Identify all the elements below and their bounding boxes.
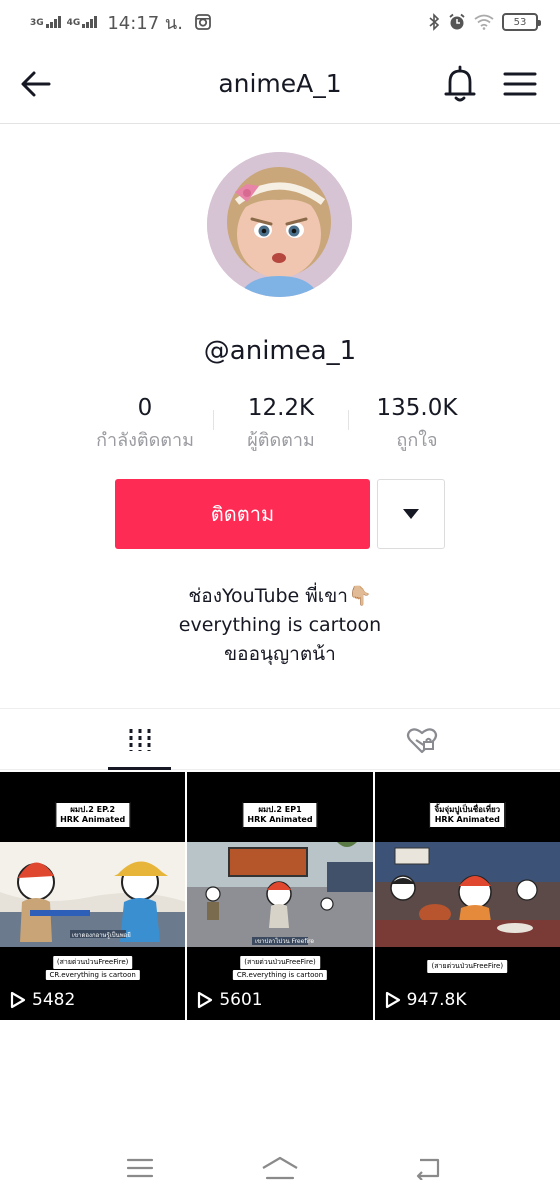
bio-line: ช่องYouTube พี่เขา👇🏼 xyxy=(188,585,372,607)
battery-level: 53 xyxy=(513,16,527,28)
suggested-accounts-button[interactable] xyxy=(377,479,445,549)
status-left: 3G 4G 14:17 น. xyxy=(30,8,211,37)
video-title-line: จิ้มจุ่มปูเป็นชื่อเที่ยว xyxy=(434,805,501,814)
profile-bio: ช่องYouTube พี่เขา👇🏼 everything is carto… xyxy=(0,582,560,669)
stat-followers[interactable]: 12.2K ผู้ติดตาม xyxy=(211,394,351,452)
arrow-left-icon xyxy=(21,71,51,97)
video-thumbnail[interactable]: จิ้มจุ่มปูเป็นชื่อเที่ยว HRK Animated (ส… xyxy=(374,772,560,1020)
back-nav-icon xyxy=(416,1158,440,1180)
home-button[interactable] xyxy=(260,1152,300,1184)
video-view-count: 5482 xyxy=(10,990,75,1010)
home-icon xyxy=(262,1156,298,1180)
video-title-card: ผมป.2 EP1 HRK Animated xyxy=(242,802,318,828)
stat-value: 12.2K xyxy=(247,395,315,421)
video-thumbnail[interactable]: ผมป.2 EP.2 HRK Animated เขาดองกอาษรู้เป็… xyxy=(0,772,186,1020)
menu-button[interactable] xyxy=(502,66,538,102)
status-time: 14:17 น. xyxy=(107,12,183,34)
video-scene-image xyxy=(374,842,560,947)
stat-value: 135.0K xyxy=(376,395,458,421)
instagram-notification-icon xyxy=(195,14,211,30)
status-right: 53 xyxy=(428,13,541,31)
stat-label: ถูกใจ xyxy=(396,430,438,451)
video-grid: ผมป.2 EP.2 HRK Animated เขาดองกอาษรู้เป็… xyxy=(0,772,560,1020)
view-count: 5601 xyxy=(219,990,263,1010)
video-title-card: ผมป.2 EP.2 HRK Animated xyxy=(55,802,131,828)
video-title-line: HRK Animated xyxy=(60,815,126,824)
notifications-button[interactable] xyxy=(442,64,478,104)
bio-line: ขออนุญาตน้า xyxy=(224,643,336,665)
liked-heart-icon xyxy=(406,727,438,753)
system-nav-bar xyxy=(0,1140,560,1200)
caret-down-icon xyxy=(403,509,419,519)
stat-likes[interactable]: 135.0K ถูกใจ xyxy=(347,394,487,452)
video-thumbnail[interactable]: ผมป.2 EP1 HRK Animated เขาปลาไปวน Freefi… xyxy=(187,772,373,1020)
back-nav-button[interactable] xyxy=(406,1152,446,1184)
scene-text: เขาปลาไปวน Freefire xyxy=(255,937,314,945)
battery-icon: 53 xyxy=(502,13,541,31)
network-type-2: 4G xyxy=(66,18,81,28)
video-scene-image: เขาดองกอาษรู้เป็นพอยี xyxy=(0,842,186,947)
follow-button[interactable]: ติดตาม xyxy=(115,479,370,549)
video-title-card: จิ้มจุ่มปูเป็นชื่อเที่ยว HRK Animated xyxy=(429,802,506,828)
alarm-icon xyxy=(449,13,465,30)
view-count: 5482 xyxy=(32,990,76,1010)
bio-line: everything is cartoon xyxy=(178,614,382,636)
video-title-line: HRK Animated xyxy=(247,815,313,824)
video-title-line: ผมป.2 EP.2 xyxy=(70,805,116,814)
video-title-line: HRK Animated xyxy=(434,815,500,824)
play-icon xyxy=(198,991,213,1009)
back-button[interactable] xyxy=(18,66,54,102)
profile-username: @animea_1 xyxy=(203,336,357,366)
video-title-line: ผมป.2 EP1 xyxy=(258,805,302,814)
bluetooth-icon xyxy=(429,13,440,31)
play-icon xyxy=(385,991,400,1009)
video-subtitle: CR.everything is cartoon xyxy=(232,970,328,980)
video-view-count: 947.8K xyxy=(385,990,467,1010)
scene-text: เขาดองกอาษรู้เป็นพอยี xyxy=(72,930,131,939)
active-tab-indicator xyxy=(108,767,171,770)
signal-4g-icon: 4G xyxy=(67,16,98,28)
hamburger-menu-icon xyxy=(503,72,537,96)
tab-videos[interactable] xyxy=(108,709,172,770)
recent-apps-button[interactable] xyxy=(120,1152,160,1184)
tab-liked[interactable] xyxy=(390,709,454,770)
stat-label: กำลังติดตาม xyxy=(96,430,194,451)
stat-value: 0 xyxy=(137,395,153,421)
video-scene-image: เขาปลาไปวน Freefire xyxy=(187,842,373,947)
recent-apps-icon xyxy=(126,1158,154,1178)
play-icon xyxy=(10,991,26,1009)
signal-3g-icon: 3G xyxy=(30,16,61,28)
avatar[interactable] xyxy=(207,152,352,297)
avatar-image xyxy=(207,152,352,297)
video-view-count: 5601 xyxy=(197,990,263,1010)
network-type-1: 3G xyxy=(30,18,44,28)
stat-label: ผู้ติดตาม xyxy=(247,430,315,451)
video-subtitle: (สายต่วนป่วนFreeFire) xyxy=(52,956,133,969)
profile-header: animeA_1 xyxy=(0,44,560,124)
status-bar: 3G 4G 14:17 น. 53 xyxy=(0,0,560,44)
video-subtitle: (สายต่วนป่วนFreeFire) xyxy=(427,960,508,973)
video-subtitle: (สายต่วนป่วนFreeFire) xyxy=(240,956,320,969)
profile-stats: 0 กำลังติดตาม 12.2K ผู้ติดตาม 135.0K ถูก… xyxy=(80,394,480,460)
profile-tabs xyxy=(0,708,560,770)
video-subtitle: CR.everything is cartoon xyxy=(45,970,140,980)
stat-following[interactable]: 0 กำลังติดตาม xyxy=(75,394,215,452)
bell-icon xyxy=(444,65,476,102)
view-count: 947.8K xyxy=(406,990,467,1010)
videos-grid-icon xyxy=(129,728,151,751)
wifi-icon xyxy=(474,14,494,30)
